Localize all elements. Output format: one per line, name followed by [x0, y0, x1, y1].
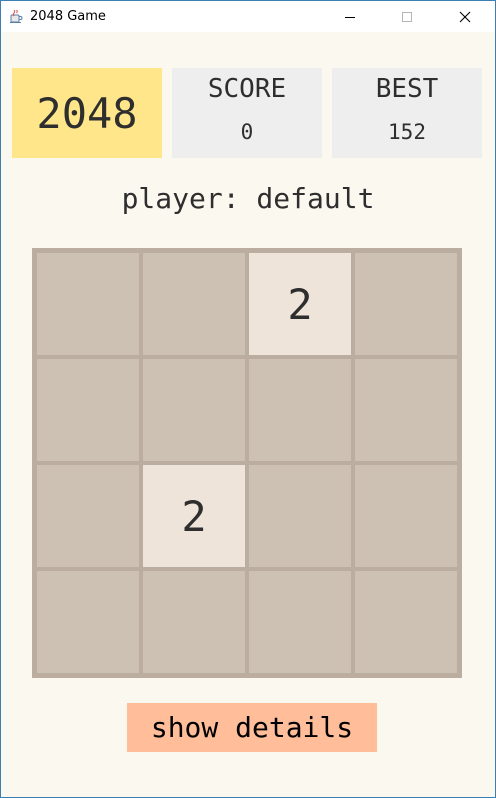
game-board[interactable]: 2 2	[32, 248, 462, 678]
maximize-button[interactable]	[384, 1, 430, 32]
maximize-icon	[402, 11, 412, 22]
board-cell-0-0	[37, 253, 139, 355]
title-bar[interactable]: 2048 Game	[1, 1, 495, 32]
board-cell-2-1-tile: 2	[143, 465, 245, 567]
score-value: 0	[240, 120, 254, 144]
board-cell-3-0	[37, 571, 139, 673]
board-cell-3-3	[355, 571, 457, 673]
best-value: 152	[388, 120, 426, 144]
board-cell-1-2	[249, 359, 351, 461]
board-cell-1-1	[143, 359, 245, 461]
score-label: SCORE	[207, 74, 287, 104]
best-score-box: BEST 152	[332, 68, 482, 158]
show-details-button[interactable]: show details	[127, 703, 377, 752]
minimize-button[interactable]	[327, 1, 373, 32]
window-title: 2048 Game	[30, 9, 106, 24]
best-label: BEST	[375, 74, 439, 104]
score-box: SCORE 0	[172, 68, 322, 158]
board-cell-0-1	[143, 253, 245, 355]
game-logo: 2048	[12, 68, 162, 158]
board-cell-2-2	[249, 465, 351, 567]
board-cell-2-0	[37, 465, 139, 567]
board-cell-0-3	[355, 253, 457, 355]
board-cell-1-3	[355, 359, 457, 461]
board-cell-3-1	[143, 571, 245, 673]
board-cell-3-2	[249, 571, 351, 673]
board-cell-0-2-tile: 2	[249, 253, 351, 355]
board-cell-2-3	[355, 465, 457, 567]
minimize-icon	[345, 16, 355, 18]
player-name: player: default	[121, 182, 375, 215]
close-button[interactable]	[442, 1, 488, 32]
game-window: 2048 Game 2048 SCORE 0 BEST 152 player: …	[0, 0, 496, 798]
java-cup-icon	[8, 8, 24, 24]
close-icon	[459, 11, 471, 22]
board-cell-1-0	[37, 359, 139, 461]
